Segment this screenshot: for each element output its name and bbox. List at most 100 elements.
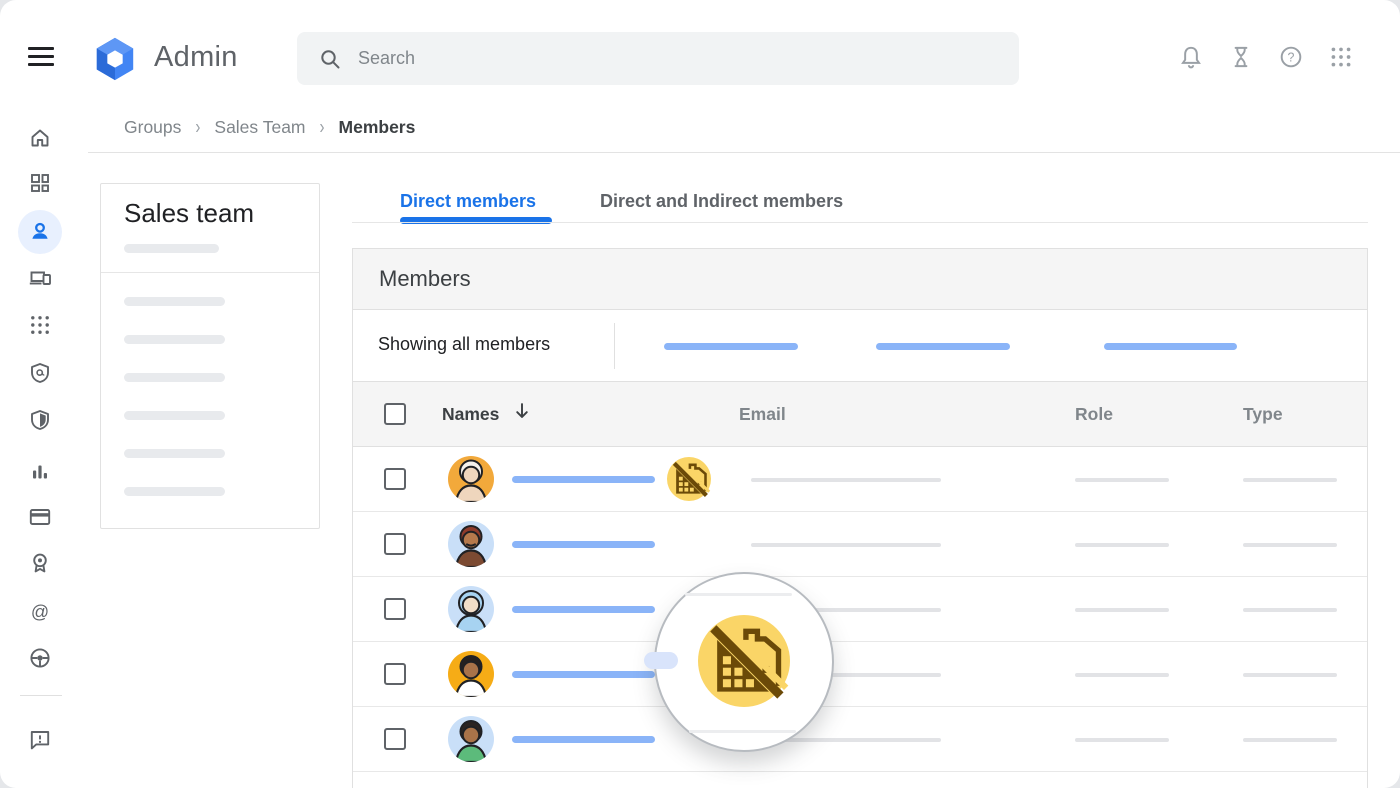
dashboard-icon — [28, 171, 52, 195]
group-menu-placeholder[interactable] — [124, 449, 225, 458]
column-header-role[interactable]: Role — [1075, 404, 1113, 425]
organization-off-icon — [698, 615, 790, 707]
member-avatar — [448, 456, 494, 502]
member-role-placeholder — [1075, 673, 1169, 677]
group-subtitle-placeholder — [124, 244, 219, 253]
svg-text:@: @ — [31, 602, 49, 622]
search-bar[interactable] — [297, 32, 1019, 85]
column-header-type[interactable]: Type — [1243, 404, 1283, 425]
group-title: Sales team — [124, 198, 254, 229]
members-title: Members — [379, 266, 471, 292]
divider — [101, 272, 319, 273]
feedback-icon — [28, 728, 52, 752]
certificate-badge-icon — [28, 551, 52, 575]
members-header-band: Members — [353, 249, 1367, 310]
filter-chip-placeholder[interactable] — [876, 343, 1010, 350]
sidebar-item-feedback[interactable] — [28, 728, 52, 752]
apps-icon — [28, 313, 52, 337]
table-row[interactable] — [353, 447, 1367, 512]
member-role-placeholder — [1075, 608, 1169, 612]
divider — [614, 323, 615, 369]
member-role-placeholder — [1075, 478, 1169, 482]
magnifier-lens — [654, 572, 834, 752]
admin-hexagon-logo — [92, 36, 138, 82]
sidebar-item-devices[interactable] — [28, 266, 52, 290]
member-type-placeholder — [1243, 478, 1337, 482]
row-checkbox[interactable] — [384, 533, 406, 555]
filter-band: Showing all members — [353, 310, 1367, 382]
column-header-names[interactable]: Names — [442, 404, 499, 425]
breadcrumb-members: Members — [339, 117, 416, 138]
members-table: Members Showing all members Names Email … — [352, 248, 1368, 788]
member-role-placeholder — [1075, 738, 1169, 742]
member-name-placeholder — [512, 671, 655, 678]
sidebar-item-rules[interactable] — [28, 646, 52, 670]
sort-descending-arrow-icon[interactable] — [511, 400, 533, 422]
home-icon — [28, 126, 52, 150]
filter-chip-placeholder[interactable] — [664, 343, 798, 350]
filter-chip-placeholder[interactable] — [1104, 343, 1237, 350]
notifications-bell-icon[interactable] — [1178, 44, 1204, 70]
sidebar-item-dashboard[interactable] — [28, 171, 52, 195]
member-type-placeholder — [1243, 608, 1337, 612]
table-row[interactable] — [353, 577, 1367, 642]
billing-card-icon — [28, 505, 52, 529]
product-name: Admin — [154, 41, 238, 74]
divider — [20, 695, 62, 696]
group-menu-placeholder[interactable] — [124, 373, 225, 382]
filter-status-label: Showing all members — [378, 334, 550, 355]
member-avatar — [448, 586, 494, 632]
member-name-placeholder — [512, 606, 655, 613]
sidebar-item-security[interactable] — [28, 408, 52, 432]
table-row[interactable] — [353, 642, 1367, 707]
tab-direct-indirect-members[interactable]: Direct and Indirect members — [600, 191, 843, 212]
tab-direct-members[interactable]: Direct members — [400, 191, 536, 212]
security-shield-icon — [28, 408, 52, 432]
breadcrumb-groups[interactable]: Groups — [124, 117, 181, 138]
sidebar-item-billing[interactable] — [28, 505, 52, 529]
chevron-right-icon: › — [195, 116, 200, 139]
member-role-placeholder — [1075, 543, 1169, 547]
svg-text:?: ? — [1288, 50, 1295, 64]
sidebar-item-account[interactable]: @ — [28, 600, 52, 624]
at-sign-icon: @ — [28, 600, 52, 624]
divider — [88, 152, 1400, 153]
hamburger-menu-icon[interactable] — [28, 47, 54, 68]
sidebar-item-directory-active[interactable] — [18, 210, 62, 254]
breadcrumb: Groups › Sales Team › Members — [124, 117, 415, 138]
sidebar-item-certificate[interactable] — [28, 551, 52, 575]
search-icon — [318, 47, 342, 71]
column-header-email[interactable]: Email — [739, 404, 786, 425]
member-tabs: Direct members Direct and Indirect membe… — [352, 185, 1368, 223]
table-row[interactable] — [353, 707, 1367, 772]
pending-tasks-hourglass-icon[interactable] — [1228, 44, 1254, 70]
row-checkbox[interactable] — [384, 728, 406, 750]
group-menu-placeholder[interactable] — [124, 335, 225, 344]
help-icon[interactable]: ? — [1278, 44, 1304, 70]
group-detail-card: Sales team — [100, 183, 320, 529]
member-name-placeholder — [512, 476, 655, 483]
sidebar-item-home[interactable] — [28, 126, 52, 150]
member-avatar — [448, 651, 494, 697]
divider — [352, 222, 1368, 223]
sidebar-item-reporting[interactable] — [28, 460, 52, 484]
table-row[interactable] — [353, 512, 1367, 577]
breadcrumb-sales-team[interactable]: Sales Team — [214, 117, 305, 138]
group-menu-placeholder[interactable] — [124, 411, 225, 420]
devices-icon — [28, 266, 52, 290]
organization-off-icon — [667, 457, 711, 501]
row-checkbox[interactable] — [384, 663, 406, 685]
search-input[interactable] — [356, 47, 960, 70]
sidebar-item-shield-at[interactable] — [28, 361, 52, 385]
table-header-row: Names Email Role Type — [353, 382, 1367, 447]
row-checkbox[interactable] — [384, 468, 406, 490]
group-menu-placeholder[interactable] — [124, 297, 225, 306]
row-checkbox[interactable] — [384, 598, 406, 620]
select-all-checkbox[interactable] — [384, 403, 406, 425]
apps-grid-icon[interactable] — [1328, 44, 1354, 70]
sidebar-item-apps[interactable] — [28, 313, 52, 337]
table-footer-strip — [353, 772, 1367, 788]
magnified-line-placeholder — [685, 593, 792, 596]
directory-person-icon — [28, 220, 52, 244]
group-menu-placeholder[interactable] — [124, 487, 225, 496]
